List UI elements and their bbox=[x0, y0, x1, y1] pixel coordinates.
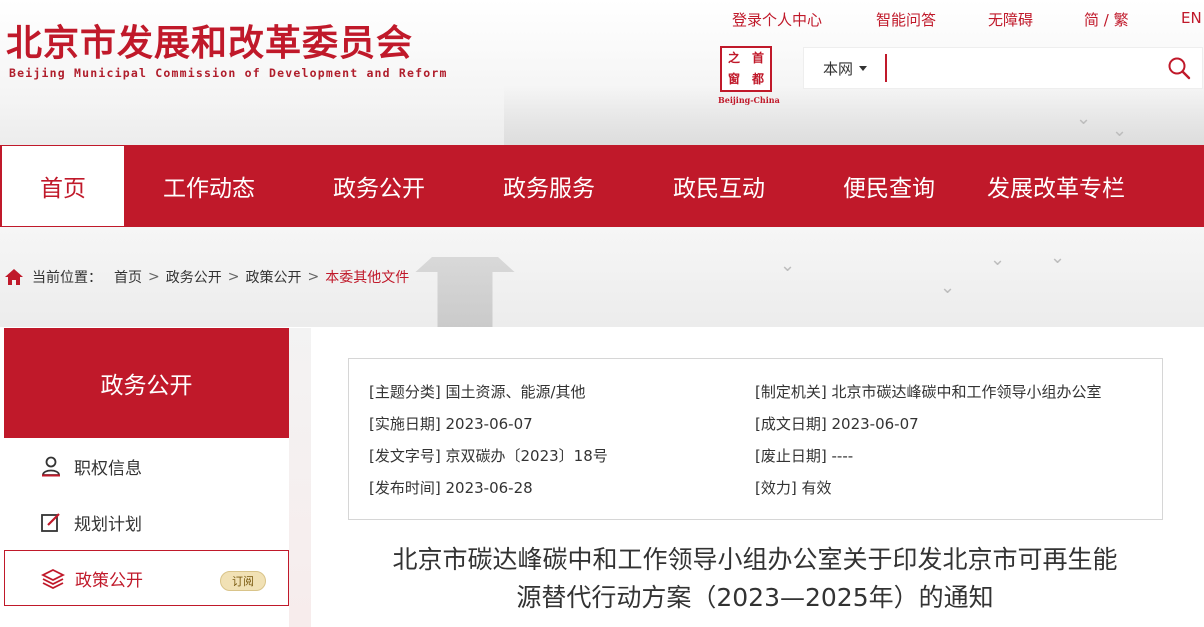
breadcrumb-item[interactable]: 政务公开 bbox=[166, 267, 222, 287]
info-label: [发文字号] bbox=[369, 447, 441, 465]
nav-item-reform-column[interactable]: 发展改革专栏 bbox=[974, 145, 1138, 227]
info-expiry-date: [废止日期] ---- bbox=[755, 445, 853, 466]
document-title-line: 源替代行动方案（2023—2025年）的通知 bbox=[516, 583, 994, 612]
info-value: 国土资源、能源/其他 bbox=[445, 383, 586, 401]
info-value: 北京市碳达峰碳中和工作领导小组办公室 bbox=[831, 383, 1102, 401]
sidebar-decoration bbox=[289, 328, 311, 627]
breadcrumb-item[interactable]: 政策公开 bbox=[245, 267, 301, 287]
bird-decoration-icon: ⌄ bbox=[990, 249, 1006, 270]
info-topic: [主题分类] 国土资源、能源/其他 bbox=[369, 381, 586, 402]
seal-char: 都 bbox=[751, 72, 764, 86]
header-skyline bbox=[504, 85, 1204, 145]
info-publish-date: [发布时间] 2023-06-28 bbox=[369, 477, 533, 498]
nav-item-work-news[interactable]: 工作动态 bbox=[124, 145, 294, 227]
info-label: [制定机关] bbox=[755, 383, 827, 401]
nav-item-public-query[interactable]: 便民查询 bbox=[804, 145, 974, 227]
sidebar-item-policy-disclosure[interactable]: 政策公开 订阅 bbox=[4, 550, 289, 606]
breadcrumb-label: 当前位置： bbox=[32, 270, 102, 286]
breadcrumb: 当前位置： 首页 > 政务公开 > 政策公开 > 本委其他文件 bbox=[4, 267, 409, 287]
home-icon bbox=[5, 269, 23, 285]
info-label: [废止日期] bbox=[755, 447, 827, 465]
top-links: 登录个人中心 智能问答 无障碍 简 / 繁 EN bbox=[732, 9, 1202, 30]
caret-down-icon bbox=[859, 65, 868, 71]
sidebar: 政务公开 职权信息 规划计划 政策公开 订阅 bbox=[4, 328, 289, 627]
search-scope-label: 本网 bbox=[823, 59, 854, 78]
nav-item-home[interactable]: 首页 bbox=[2, 146, 124, 226]
simplified-traditional-link[interactable]: 简 / 繁 bbox=[1084, 9, 1181, 30]
site-header: ⌄ ⌄ 北京市发展和改革委员会 Beijing Municipal Commis… bbox=[0, 0, 1204, 145]
site-logo-cn[interactable]: 北京市发展和改革委员会 bbox=[6, 14, 413, 66]
breadcrumb-current[interactable]: 本委其他文件 bbox=[325, 267, 409, 287]
info-value: 2023-06-07 bbox=[831, 415, 919, 433]
info-label: [实施日期] bbox=[369, 415, 441, 433]
info-issuer: [制定机关] 北京市碳达峰碳中和工作领导小组办公室 bbox=[755, 381, 1102, 402]
tower-decoration bbox=[415, 257, 515, 327]
accessibility-link[interactable]: 无障碍 bbox=[988, 9, 1084, 30]
info-value: 有效 bbox=[801, 479, 832, 497]
breadcrumb-separator: > bbox=[307, 269, 320, 285]
site-logo-en: Beijing Municipal Commission of Developm… bbox=[9, 66, 448, 80]
search-icon bbox=[1168, 57, 1191, 80]
bird-decoration-icon: ⌄ bbox=[940, 277, 956, 298]
subscribe-button[interactable]: 订阅 bbox=[220, 571, 266, 591]
bird-decoration-icon: ⌄ bbox=[1076, 108, 1092, 129]
bird-decoration-icon: ⌄ bbox=[1112, 120, 1128, 141]
info-label: [主题分类] bbox=[369, 383, 441, 401]
edit-icon bbox=[40, 510, 64, 534]
nav-item-gov-affairs[interactable]: 政务公开 bbox=[294, 145, 464, 227]
search-scope-dropdown[interactable]: 本网 bbox=[823, 58, 885, 79]
info-label: [效力] bbox=[755, 479, 797, 497]
seal-char: 窗 bbox=[727, 72, 740, 86]
sidebar-item-label: 规划计划 bbox=[74, 514, 142, 535]
search-bar: 本网 bbox=[803, 47, 1203, 89]
bird-decoration-icon: ⌄ bbox=[780, 255, 796, 276]
info-doc-number: [发文字号] 京双碳办〔2023〕18号 bbox=[369, 445, 608, 466]
seal-char: 首 bbox=[751, 51, 764, 65]
info-written-date: [成文日期] 2023-06-07 bbox=[755, 413, 919, 434]
breadcrumb-separator: > bbox=[148, 269, 160, 285]
nav-item-interaction[interactable]: 政民互动 bbox=[634, 145, 804, 227]
sidebar-item-authority-info[interactable]: 职权信息 bbox=[4, 438, 289, 494]
info-value: ---- bbox=[831, 447, 854, 465]
layers-icon bbox=[41, 566, 65, 590]
english-link[interactable]: EN bbox=[1181, 9, 1202, 30]
bird-decoration-icon: ⌄ bbox=[1050, 247, 1066, 268]
document-title: 北京市碳达峰碳中和工作领导小组办公室关于印发北京市可再生能 源替代行动方案（20… bbox=[330, 541, 1180, 617]
info-value: 2023-06-28 bbox=[445, 479, 533, 497]
sidebar-item-planning[interactable]: 规划计划 bbox=[4, 494, 289, 550]
info-validity: [效力] 有效 bbox=[755, 477, 832, 498]
smart-qa-link[interactable]: 智能问答 bbox=[876, 9, 988, 30]
sidebar-title: 政务公开 bbox=[4, 328, 289, 438]
nav-item-gov-services[interactable]: 政务服务 bbox=[464, 145, 634, 227]
search-button[interactable] bbox=[1156, 48, 1202, 88]
beijing-china-seal-logo: 之 首 窗 都 bbox=[720, 46, 772, 92]
info-effective-date: [实施日期] 2023-06-07 bbox=[369, 413, 533, 434]
seal-subtitle: Beijing-China bbox=[718, 95, 780, 105]
document-info-box: [主题分类] 国土资源、能源/其他 [制定机关] 北京市碳达峰碳中和工作领导小组… bbox=[348, 358, 1163, 520]
person-icon bbox=[40, 454, 64, 478]
info-value: 2023-06-07 bbox=[445, 415, 533, 433]
seal-char: 之 bbox=[727, 51, 740, 65]
document-title-line: 北京市碳达峰碳中和工作领导小组办公室关于印发北京市可再生能 bbox=[392, 545, 1118, 574]
breadcrumb-separator: > bbox=[227, 269, 240, 285]
info-label: [发布时间] bbox=[369, 479, 441, 497]
breadcrumb-item[interactable]: 首页 bbox=[114, 267, 142, 287]
login-link[interactable]: 登录个人中心 bbox=[732, 9, 876, 30]
main-nav: 首页 工作动态 政务公开 政务服务 政民互动 便民查询 发展改革专栏 bbox=[0, 145, 1204, 227]
info-label: [成文日期] bbox=[755, 415, 827, 433]
sidebar-item-label: 职权信息 bbox=[74, 458, 142, 479]
sidebar-item-label: 政策公开 bbox=[75, 570, 143, 591]
search-input[interactable] bbox=[885, 54, 1156, 82]
info-value: 京双碳办〔2023〕18号 bbox=[445, 447, 608, 465]
